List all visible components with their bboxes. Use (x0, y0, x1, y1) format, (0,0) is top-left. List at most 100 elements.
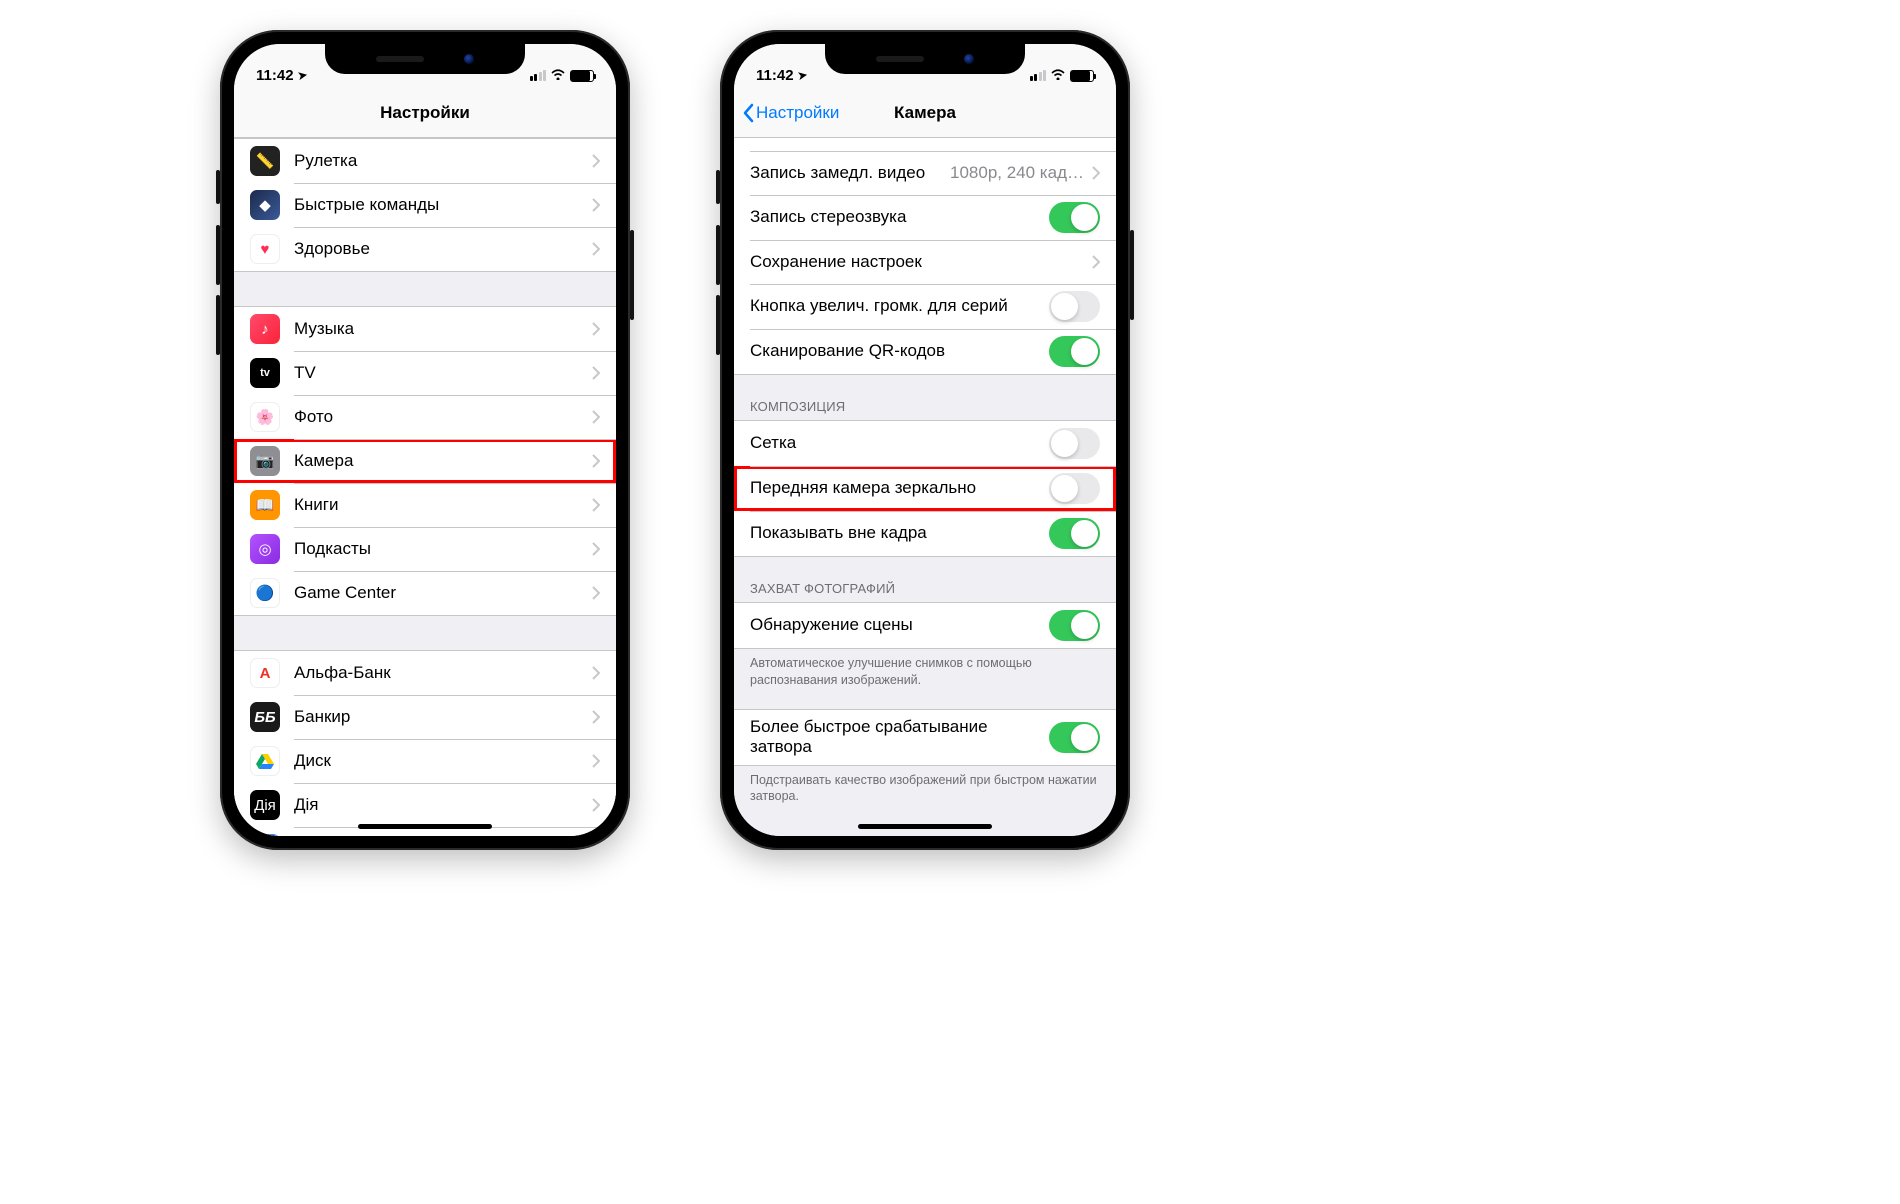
mute-switch (716, 170, 720, 204)
page-title: Камера (894, 103, 956, 123)
row-shortcuts[interactable]: ◆ Быстрые команды (234, 183, 616, 227)
footer-scene: Автоматическое улучшение снимков с помощ… (734, 649, 1116, 689)
mirror-toggle[interactable] (1049, 473, 1100, 504)
home-indicator[interactable] (358, 824, 492, 829)
books-icon: 📖 (250, 490, 280, 520)
page-title: Настройки (380, 103, 470, 123)
row-alfabank[interactable]: A Альфа-Банк (234, 651, 616, 695)
diia-icon: Дія (250, 790, 280, 820)
camera-icon: 📷 (250, 446, 280, 476)
row-qr[interactable]: Сканирование QR-кодов (734, 329, 1116, 374)
row-stereo[interactable]: Запись стереозвука (734, 195, 1116, 240)
wifi-icon (1050, 67, 1066, 84)
row-label: Запись видео (750, 138, 980, 139)
volume-burst-toggle[interactable] (1049, 291, 1100, 322)
row-value: 1080p, 240 кад… (950, 163, 1084, 183)
measure-icon: 📏 (250, 146, 280, 176)
row-label: Запись стереозвука (750, 207, 1049, 227)
row-label: Альфа-Банк (294, 663, 592, 683)
row-photos[interactable]: 🌸 Фото (234, 395, 616, 439)
row-grid[interactable]: Сетка (734, 421, 1116, 466)
status-time: 11:42 (756, 67, 794, 84)
back-label: Настройки (756, 103, 839, 123)
navbar: Настройки (234, 88, 616, 138)
scene-toggle[interactable] (1049, 610, 1100, 641)
camera-settings-list[interactable]: Запись видео 4K, 30 кадр/c Запись замедл… (734, 138, 1116, 836)
chevron-right-icon (592, 198, 600, 212)
row-podcasts[interactable]: ◎ Подкасты (234, 527, 616, 571)
row-volume-burst[interactable]: Кнопка увелич. громк. для серий (734, 284, 1116, 329)
row-drive[interactable]: Диск (234, 739, 616, 783)
row-music[interactable]: ♪ Музыка (234, 307, 616, 351)
grid-toggle[interactable] (1049, 428, 1100, 459)
chevron-right-icon (592, 586, 600, 600)
row-mirror-front[interactable]: Передняя камера зеркально (734, 466, 1116, 511)
row-health[interactable]: ♥ Здоровье (234, 227, 616, 271)
row-label: Банкир (294, 707, 592, 727)
settings-list[interactable]: 📏 Рулетка ◆ Быстрые команды ♥ Здоровье (234, 138, 616, 836)
row-label: Более быстрое срабатывание затвора (750, 717, 1049, 758)
row-label: Game Center (294, 583, 592, 603)
chevron-right-icon (592, 322, 600, 336)
row-record-slomo[interactable]: Запись замедл. видео 1080p, 240 кад… (734, 151, 1116, 195)
volume-up (716, 225, 720, 285)
row-scene-detect[interactable]: Обнаружение сцены (734, 603, 1116, 648)
chevron-right-icon (592, 154, 600, 168)
row-record-video[interactable]: Запись видео 4K, 30 кадр/c (734, 138, 1116, 151)
row-books[interactable]: 📖 Книги (234, 483, 616, 527)
podcasts-icon: ◎ (250, 534, 280, 564)
row-gamecenter[interactable]: 🔵 Game Center (234, 571, 616, 615)
row-bankir[interactable]: ББ Банкир (234, 695, 616, 739)
row-label: Дiя (294, 795, 592, 815)
location-icon: ➤ (796, 68, 807, 82)
section-header-capture: ЗАХВАТ ФОТОГРАФИЙ (734, 557, 1116, 602)
home-indicator[interactable] (858, 824, 992, 829)
row-label: Подкасты (294, 539, 592, 559)
section-header-composition: КОМПОЗИЦИЯ (734, 375, 1116, 420)
footer-shutter: Подстраивать качество изображений при бы… (734, 766, 1116, 806)
phone-settings: 11:42 ➤ Настройки 📏 Рулетка ◆ (220, 30, 630, 850)
row-label: Кнопка увелич. громк. для серий (750, 296, 1049, 316)
row-outside-frame[interactable]: Показывать вне кадра (734, 511, 1116, 556)
wifi-icon (550, 67, 566, 84)
shortcuts-icon: ◆ (250, 190, 280, 220)
outside-toggle[interactable] (1049, 518, 1100, 549)
back-button[interactable]: Настройки (742, 88, 839, 137)
volume-down (716, 295, 720, 355)
battery-icon (570, 70, 594, 82)
row-label: Сетка (750, 433, 1049, 453)
row-measure[interactable]: 📏 Рулетка (234, 139, 616, 183)
chevron-right-icon (592, 454, 600, 468)
power-button (1130, 230, 1134, 320)
row-label: TV (294, 363, 592, 383)
shutter-toggle[interactable] (1049, 722, 1100, 753)
chevron-right-icon (592, 666, 600, 680)
volume-up (216, 225, 220, 285)
cellular-icon (1030, 70, 1047, 81)
stereo-toggle[interactable] (1049, 202, 1100, 233)
cellular-icon (530, 70, 547, 81)
row-tv[interactable]: tv TV (234, 351, 616, 395)
tv-icon: tv (250, 358, 280, 388)
chevron-right-icon (592, 242, 600, 256)
row-label: Показывать вне кадра (750, 523, 1049, 543)
row-value: 4K, 30 кадр/c (980, 138, 1084, 139)
docs-icon: ≡ (250, 834, 280, 836)
gamecenter-icon: 🔵 (250, 578, 280, 608)
row-faster-shutter[interactable]: Более быстрое срабатывание затвора (734, 710, 1116, 765)
location-icon: ➤ (296, 68, 307, 82)
row-camera[interactable]: 📷 Камера (234, 439, 616, 483)
row-preserve[interactable]: Сохранение настроек (734, 240, 1116, 284)
qr-toggle[interactable] (1049, 336, 1100, 367)
chevron-right-icon (1092, 166, 1100, 180)
power-button (630, 230, 634, 320)
chevron-right-icon (592, 366, 600, 380)
row-label: Музыка (294, 319, 592, 339)
health-icon: ♥ (250, 234, 280, 264)
row-label: Здоровье (294, 239, 592, 259)
row-label: Передняя камера зеркально (750, 478, 1049, 498)
row-label: Обнаружение сцены (750, 615, 1049, 635)
row-label: Сохранение настроек (750, 252, 1092, 272)
status-time: 11:42 (256, 67, 294, 84)
row-diia[interactable]: Дія Дiя (234, 783, 616, 827)
